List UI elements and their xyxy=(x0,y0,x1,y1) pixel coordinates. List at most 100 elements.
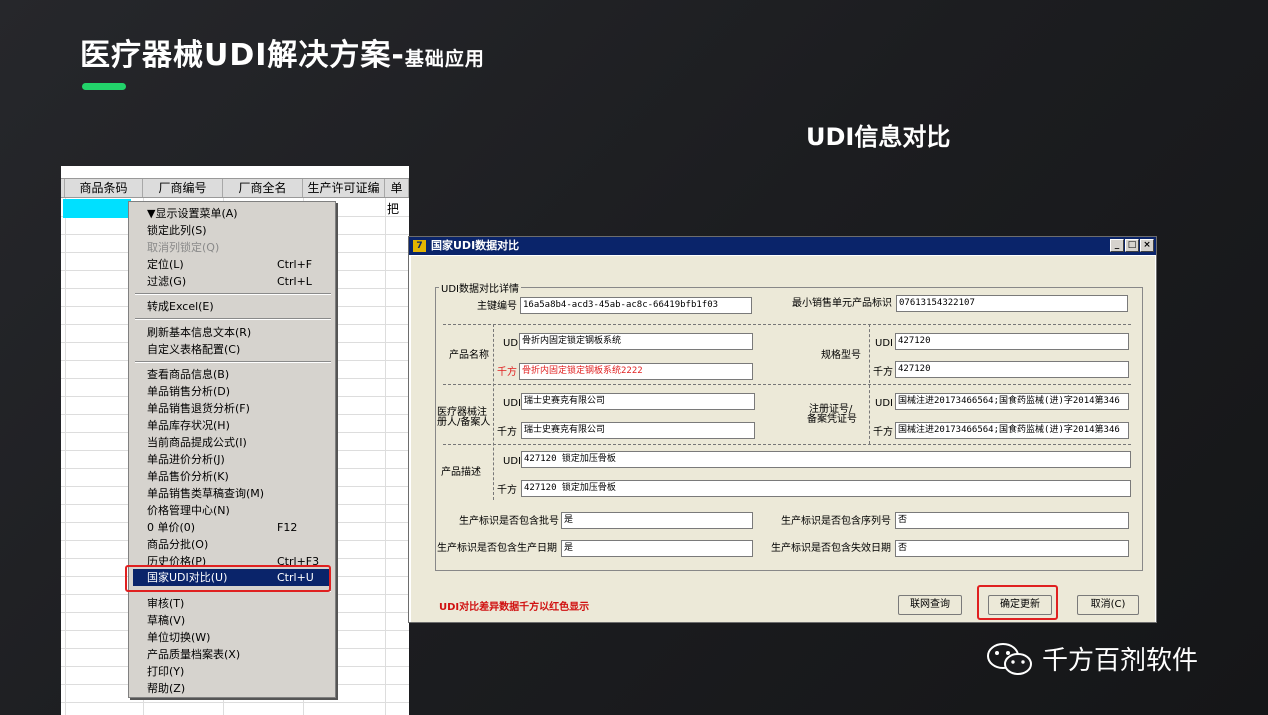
menu-item-label: 单品销售退货分析(F) xyxy=(147,402,250,415)
menu-item-purchase-price[interactable]: 单品进价分析(J) xyxy=(147,451,333,468)
menu-item-label: 商品分批(O) xyxy=(147,538,209,551)
menu-item-label: 打印(Y) xyxy=(147,665,185,678)
col-header-unit[interactable]: 单 xyxy=(385,179,409,197)
dialog-body: UDI数据对比详情 主键编号 16a5a8b4-acd3-45ab-ac8c-6… xyxy=(411,256,1155,622)
menu-item-batch[interactable]: 商品分批(O) xyxy=(147,536,333,553)
col-header-vendor-name[interactable]: 厂商全名 xyxy=(223,179,303,197)
menu-item-quality-archive[interactable]: 产品质量档案表(X) xyxy=(147,646,333,663)
minimize-icon[interactable]: _ xyxy=(1110,239,1124,252)
desc-udi-field[interactable]: 427120 锁定加压骨板 xyxy=(521,451,1131,468)
dashed-divider xyxy=(869,324,870,444)
udi-tag: UDI xyxy=(875,338,893,349)
batch-label: 生产标识是否包含批号 xyxy=(459,516,559,527)
selected-cell[interactable] xyxy=(63,199,131,218)
menu-item-commission[interactable]: 当前商品提成公式(I) xyxy=(147,434,333,451)
menu-item-to-excel[interactable]: 转成Excel(E) xyxy=(147,298,333,315)
col-header-barcode[interactable]: 商品条码 xyxy=(65,179,143,197)
menu-item-unit-switch[interactable]: 单位切换(W) xyxy=(147,629,333,646)
col-header-license[interactable]: 生产许可证编 xyxy=(303,179,385,197)
registrant-qf-field[interactable]: 瑞士史赛克有限公司 xyxy=(521,422,755,439)
menu-item-help[interactable]: 帮助(Z) xyxy=(147,680,333,697)
menu-item-label: 产品质量档案表(X) xyxy=(147,648,241,661)
menu-item-filter[interactable]: 过滤(G) Ctrl+L xyxy=(147,273,333,290)
online-query-button[interactable]: 联网查询 xyxy=(898,595,962,615)
min-unit-label: 最小销售单元产品标识 xyxy=(792,298,892,309)
product-name-udi-field[interactable]: 骨折内固定锁定钢板系统 xyxy=(519,333,753,350)
min-unit-field[interactable]: 07613154322107 xyxy=(896,295,1128,312)
menu-item-label: 单位切换(W) xyxy=(147,631,211,644)
menu-item-refresh-info[interactable]: 刷新基本信息文本(R) xyxy=(147,324,333,341)
desc-qf-field[interactable]: 427120 锁定加压骨板 xyxy=(521,480,1131,497)
menu-item-return-analysis[interactable]: 单品销售退货分析(F) xyxy=(147,400,333,417)
title-accent-bar xyxy=(82,83,126,90)
close-icon[interactable]: × xyxy=(1140,239,1154,252)
menu-item-print[interactable]: 打印(Y) xyxy=(147,663,333,680)
dashed-divider xyxy=(443,444,1131,445)
menu-item-label: 价格管理中心(N) xyxy=(147,504,230,517)
exp-date-field[interactable]: 否 xyxy=(895,540,1129,557)
serial-field[interactable]: 否 xyxy=(895,512,1129,529)
qf-tag: 千方 xyxy=(873,427,893,438)
menu-item-label: 刷新基本信息文本(R) xyxy=(147,326,252,339)
menu-item-sales-analysis[interactable]: 单品销售分析(D) xyxy=(147,383,333,400)
menu-item-custom-table[interactable]: 自定义表格配置(C) xyxy=(147,341,333,358)
col-header-vendor-code[interactable]: 厂商编号 xyxy=(143,179,223,197)
menu-item-shortcut: F12 xyxy=(277,521,298,534)
menu-item-label: 审核(T) xyxy=(147,597,185,610)
menu-item-stock-status[interactable]: 单品库存状况(H) xyxy=(147,417,333,434)
menu-item-lock-column[interactable]: 锁定此列(S) xyxy=(147,222,333,239)
dialog-title: 国家UDI数据对比 xyxy=(431,239,520,252)
qf-tag: 千方 xyxy=(497,367,517,378)
section-title: UDI信息对比 xyxy=(806,123,951,151)
grid-header: 商品条码 厂商编号 厂商全名 生产许可证编 单 xyxy=(61,178,409,198)
primary-key-field[interactable]: 16a5a8b4-acd3-45ab-ac8c-66419bfb1f03 xyxy=(520,297,752,314)
wechat-icon xyxy=(987,643,1032,675)
udi-tag: UDI xyxy=(875,398,893,409)
product-name-qf-field[interactable]: 骨折内固定锁定钢板系统2222 xyxy=(519,363,753,380)
reg-no-label: 备案凭证号 xyxy=(807,414,857,425)
menu-item-label: 取消列锁定(Q) xyxy=(147,241,220,254)
menu-item-label: 单品进价分析(J) xyxy=(147,453,225,466)
udi-tag: UDI xyxy=(503,398,521,409)
table-row[interactable] xyxy=(61,703,409,715)
menu-item-label: 定位(L) xyxy=(147,258,184,271)
registrant-label: 册人/备案人 xyxy=(437,417,491,428)
menu-item-audit[interactable]: 审核(T) xyxy=(147,595,333,612)
spec-udi-field[interactable]: 427120 xyxy=(895,333,1129,350)
udi-compare-dialog: 7 国家UDI数据对比 _ □ × UDI数据对比详情 主键编号 16a5a8b… xyxy=(408,236,1157,623)
reg-no-udi-field[interactable]: 国械注进20173466564;国食药监械(进)字2014第346 xyxy=(895,393,1129,410)
grid-cell-unit: 把 xyxy=(387,202,400,216)
qf-tag: 千方 xyxy=(497,485,517,496)
cancel-button[interactable]: 取消(C) xyxy=(1077,595,1139,615)
exp-date-label: 生产标识是否包含失效日期 xyxy=(771,543,891,554)
menu-item-label: ▼显示设置菜单(A) xyxy=(147,207,238,220)
menu-item-label: 当前商品提成公式(I) xyxy=(147,436,247,449)
menu-item-draft[interactable]: 草稿(V) xyxy=(147,612,333,629)
menu-separator xyxy=(135,318,331,320)
dashed-divider xyxy=(443,384,1131,385)
grid-column-line xyxy=(385,198,386,715)
menu-item-view-product[interactable]: 查看商品信息(B) xyxy=(147,366,333,383)
slide-title-main: 医疗器械UDI解决方案- xyxy=(80,38,405,73)
spec-qf-field[interactable]: 427120 xyxy=(895,361,1129,378)
menu-item-sale-price[interactable]: 单品售价分析(K) xyxy=(147,468,333,485)
menu-item-label: 自定义表格配置(C) xyxy=(147,343,241,356)
maximize-icon[interactable]: □ xyxy=(1125,239,1139,252)
reg-no-qf-field[interactable]: 国械注进20173466564;国食药监械(进)字2014第346 xyxy=(895,422,1129,439)
menu-item-draft-query[interactable]: 单品销售类草稿查询(M) xyxy=(147,485,333,502)
menu-item-zero-price[interactable]: 0 单价(0) F12 xyxy=(147,519,333,536)
mfg-date-field[interactable]: 是 xyxy=(561,540,753,557)
menu-item-price-center[interactable]: 价格管理中心(N) xyxy=(147,502,333,519)
registrant-udi-field[interactable]: 瑞士史赛克有限公司 xyxy=(521,393,755,410)
menu-item-label: 帮助(Z) xyxy=(147,682,186,695)
menu-item-display-settings[interactable]: ▼显示设置菜单(A) xyxy=(147,205,333,222)
menu-item-label: 单品销售类草稿查询(M) xyxy=(147,487,265,500)
menu-item-label: 查看商品信息(B) xyxy=(147,368,230,381)
batch-field[interactable]: 是 xyxy=(561,512,753,529)
menu-separator xyxy=(135,293,331,295)
menu-item-label: 过滤(G) xyxy=(147,275,187,288)
desc-label: 产品描述 xyxy=(441,467,481,478)
menu-item-locate[interactable]: 定位(L) Ctrl+F xyxy=(147,256,333,273)
menu-item-label: 单品库存状况(H) xyxy=(147,419,230,432)
dialog-titlebar[interactable]: 7 国家UDI数据对比 _ □ × xyxy=(409,237,1156,255)
